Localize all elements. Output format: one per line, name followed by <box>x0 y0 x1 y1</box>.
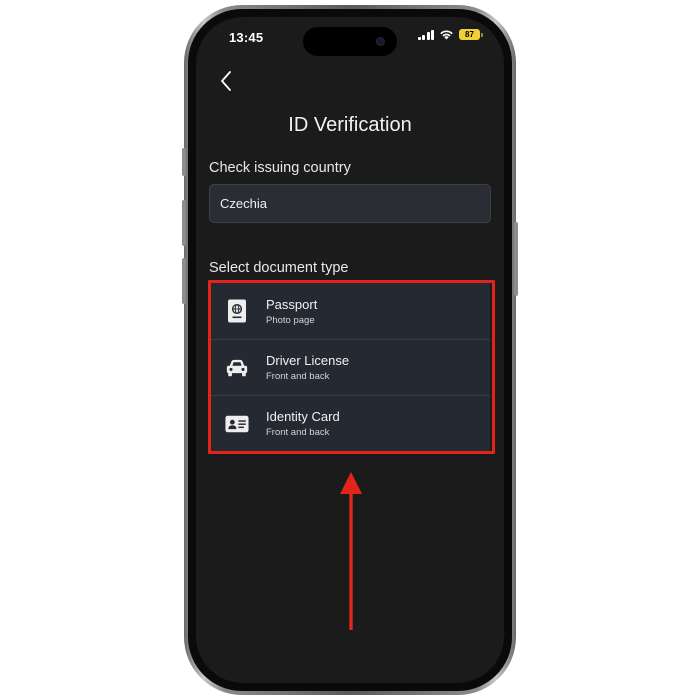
power-button <box>514 222 518 296</box>
volume-up-button <box>182 200 186 246</box>
action-button <box>182 148 186 176</box>
phone-screen: 13:45 87 ID Verification Check issuing c… <box>196 17 504 683</box>
document-type-label: Select document type <box>209 260 349 276</box>
status-icons: 87 <box>417 29 483 40</box>
status-time: 13:45 <box>229 30 264 45</box>
country-select[interactable]: Czechia <box>209 184 491 223</box>
back-button[interactable] <box>214 69 238 93</box>
page-title: ID Verification <box>288 114 412 136</box>
highlight-box <box>208 280 495 454</box>
wifi-icon <box>440 30 453 40</box>
battery-icon: 87 <box>459 29 483 40</box>
signal-icon <box>417 29 434 40</box>
camera-lens <box>376 37 385 46</box>
chevron-left-icon <box>221 71 231 91</box>
dynamic-island <box>303 27 397 56</box>
arrow-up-icon <box>340 472 362 630</box>
country-label: Check issuing country <box>209 160 351 176</box>
volume-down-button <box>182 258 186 304</box>
stage: 13:45 87 ID Verification Check issuing c… <box>0 0 700 700</box>
